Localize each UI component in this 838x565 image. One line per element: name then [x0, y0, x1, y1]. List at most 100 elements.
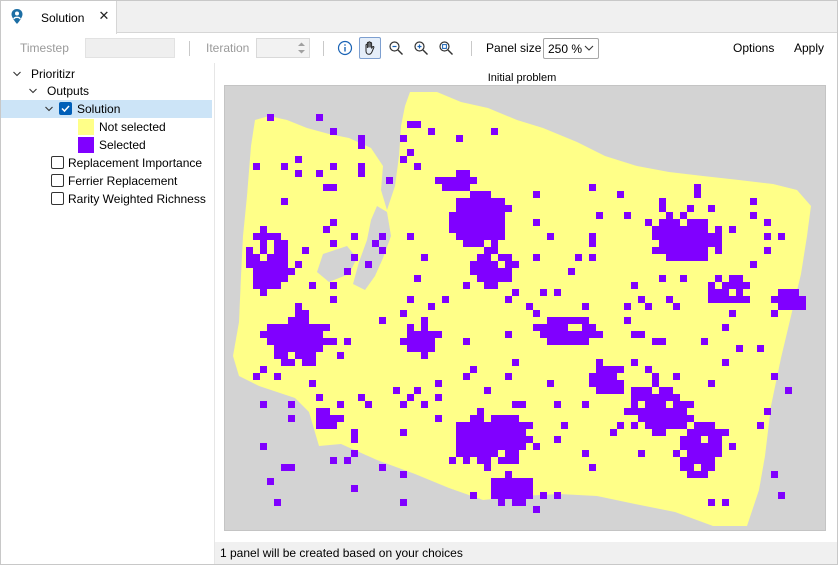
status-text: 1 panel will be created based on your ch… [220, 546, 463, 560]
selected-cell [407, 345, 414, 352]
selected-cell [491, 240, 498, 247]
selected-cell [589, 254, 596, 261]
selected-cell [267, 338, 274, 345]
tree-label-outputs: Outputs [47, 84, 90, 98]
selected-cell [288, 338, 295, 345]
selected-cell [519, 422, 526, 429]
zoom-out-icon[interactable] [385, 37, 407, 59]
selected-cell [505, 471, 512, 478]
selected-cell [638, 450, 645, 457]
selected-cell [400, 338, 407, 345]
selected-cell [617, 387, 624, 394]
selected-cell [302, 331, 309, 338]
tree-item-solution[interactable]: Solution [1, 100, 212, 118]
zoom-in-icon[interactable] [410, 37, 432, 59]
apply-button[interactable]: Apply [794, 41, 824, 55]
selected-cell [330, 457, 337, 464]
selected-cell [414, 387, 421, 394]
selected-cell [288, 317, 295, 324]
solution-checkbox[interactable] [59, 102, 72, 115]
selected-cell [652, 394, 659, 401]
selected-cell [701, 233, 708, 240]
selected-cell [708, 240, 715, 247]
selected-cell [708, 464, 715, 471]
selected-cell [491, 429, 498, 436]
selected-cell [484, 261, 491, 268]
selected-cell [414, 338, 421, 345]
selected-cell [456, 170, 463, 177]
selected-cell [484, 436, 491, 443]
selected-cell [323, 415, 330, 422]
tree-item-outputs[interactable]: Outputs [1, 82, 212, 100]
selected-cell [491, 415, 498, 422]
selected-cell [638, 387, 645, 394]
selected-cell [484, 205, 491, 212]
selected-cell [379, 464, 386, 471]
selected-cell [477, 233, 484, 240]
panel-size-dropdown[interactable]: 250 % [543, 38, 599, 59]
tree-item-ferrier-replacement[interactable]: Ferrier Replacement [1, 172, 212, 190]
selected-cell [477, 268, 484, 275]
selected-cell [288, 324, 295, 331]
selected-cell [491, 261, 498, 268]
selected-cell [547, 233, 554, 240]
selected-cell [708, 282, 715, 289]
selected-cell [267, 331, 274, 338]
selected-cell [715, 275, 722, 282]
ferrier-replacement-checkbox[interactable] [51, 174, 64, 187]
selected-cell [407, 394, 414, 401]
selected-cell [673, 303, 680, 310]
selected-cell [736, 282, 743, 289]
selected-cell [645, 415, 652, 422]
tab-solution[interactable]: Solution ✕ [1, 1, 117, 34]
selected-cell [435, 331, 442, 338]
selected-cell [253, 268, 260, 275]
selected-cell [701, 226, 708, 233]
selected-cell [666, 212, 673, 219]
selected-cell [708, 429, 715, 436]
selected-cell [484, 275, 491, 282]
selected-cell [589, 184, 596, 191]
rarity-weighted-richness-checkbox[interactable] [51, 192, 64, 205]
selected-cell [694, 226, 701, 233]
tree-item-prioritizr[interactable]: Prioritizr [1, 65, 212, 83]
selected-cell [484, 268, 491, 275]
selected-cell [365, 261, 372, 268]
selected-cell [673, 254, 680, 261]
tree-label-layer: Ferrier Replacement [68, 174, 178, 188]
selected-cell [771, 310, 778, 317]
selected-cell [267, 282, 274, 289]
zoom-extent-icon[interactable] [435, 37, 457, 59]
selected-cell [694, 443, 701, 450]
replacement-importance-checkbox[interactable] [51, 156, 64, 169]
selected-cell [568, 331, 575, 338]
tree-item-replacement-importance[interactable]: Replacement Importance [1, 154, 212, 172]
selected-cell [715, 240, 722, 247]
close-icon[interactable]: ✕ [97, 9, 111, 23]
solution-map[interactable] [224, 85, 826, 531]
selected-cell [722, 429, 729, 436]
selected-cell [414, 121, 421, 128]
selected-cell [652, 226, 659, 233]
selected-cell [715, 226, 722, 233]
selected-cell [309, 331, 316, 338]
selected-cell [274, 345, 281, 352]
info-icon[interactable] [334, 37, 356, 59]
selected-cell [477, 422, 484, 429]
timestep-slider[interactable] [85, 38, 175, 58]
selected-cell [330, 163, 337, 170]
selected-cell [267, 268, 274, 275]
selected-cell [666, 387, 673, 394]
selected-cell [659, 415, 666, 422]
selected-cell [456, 450, 463, 457]
selected-cell [652, 380, 659, 387]
selected-cell [785, 387, 792, 394]
selected-cell [267, 233, 274, 240]
toolbar-separator [323, 41, 324, 56]
options-button[interactable]: Options [733, 41, 774, 55]
selected-cell [666, 394, 673, 401]
tree-item-rarity-weighted-richness[interactable]: Rarity Weighted Richness [1, 190, 212, 208]
iteration-stepper[interactable] [256, 38, 310, 58]
pan-hand-icon[interactable] [359, 37, 381, 59]
selected-cell [680, 443, 687, 450]
